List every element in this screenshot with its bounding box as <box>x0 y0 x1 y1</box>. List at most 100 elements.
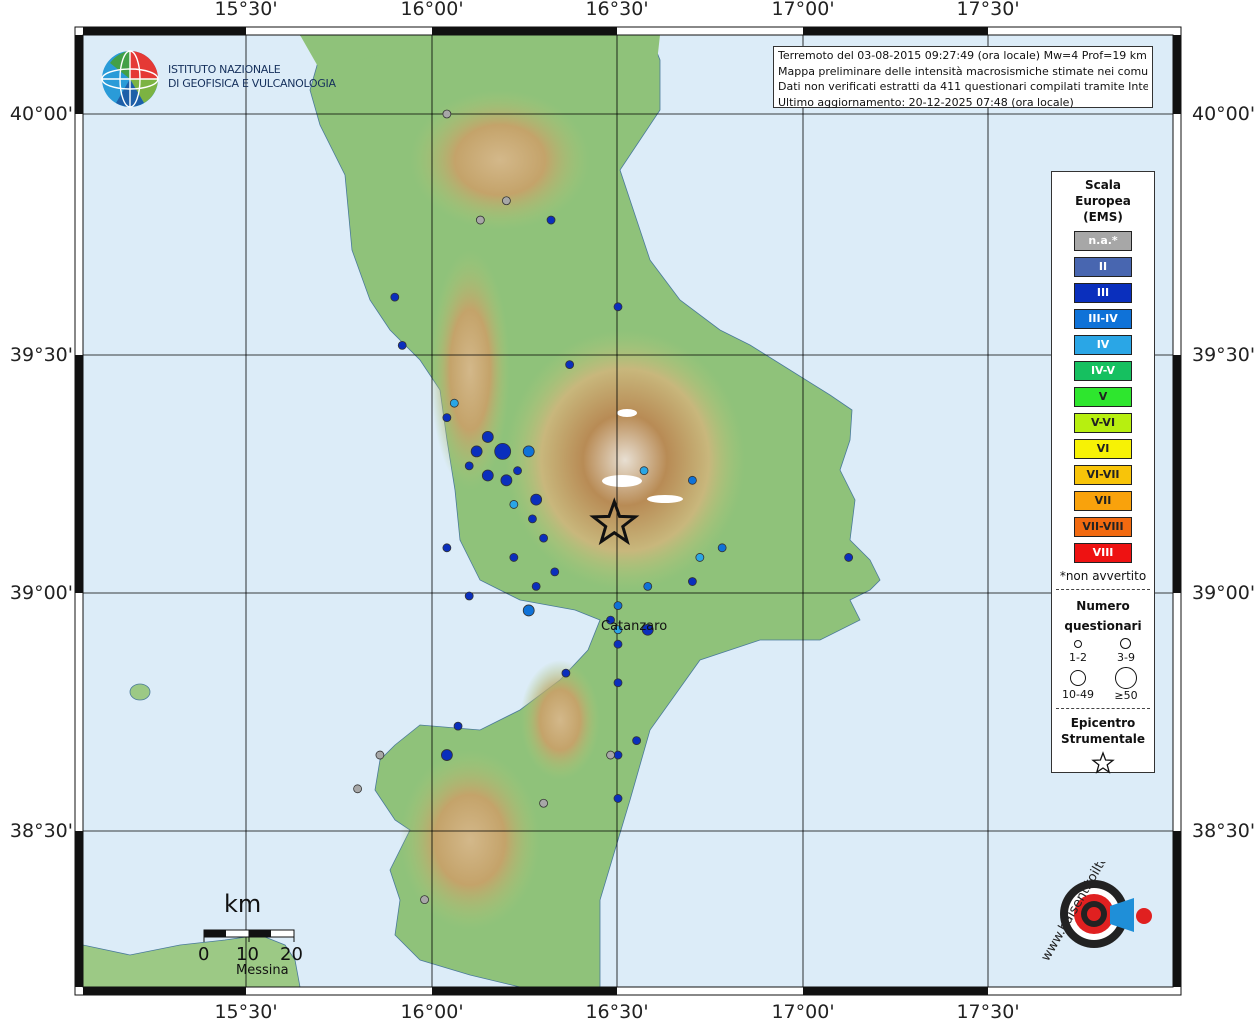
intensity-point <box>453 721 463 731</box>
intensity-map: 15°30' 16°00' 16°30' 17°00' 17°30' 15°30… <box>0 0 1255 1024</box>
lat-label-right: 38°30' <box>1192 820 1255 842</box>
legend-title-line: Europea <box>1075 194 1131 208</box>
scale-bar: km 0 10 20 <box>196 890 306 980</box>
legend-scale: n.a.* II III III-IV IV IV-V V V-VI VI VI-VII VII VI… <box>1052 231 1154 563</box>
intensity-point <box>606 750 615 760</box>
ingv-name: ISTITUTO NAZIONALE DI GEOFISICA E VULCAN… <box>168 63 336 91</box>
size-symbol <box>1070 670 1086 686</box>
hst-logo: www.haisentitoilterremoto.it <box>1030 797 1162 972</box>
intensity-point <box>613 639 623 649</box>
size-label: 1-2 <box>1069 651 1087 664</box>
legend-title-line: (EMS) <box>1083 210 1123 224</box>
intensity-point <box>550 567 560 577</box>
legend-swatch: VII <box>1074 491 1132 511</box>
event-info-box: Terremoto del 03-08-2015 09:27:49 (ora l… <box>773 46 1153 109</box>
event-info-line: Dati non verificati estratti da 411 ques… <box>778 80 1148 93</box>
intensity-point <box>522 604 535 617</box>
event-info-line: Ultimo aggiornamento: 20-12-2025 07:48 (… <box>778 95 1074 109</box>
lon-label-bottom: 17°30' <box>956 1001 1020 1023</box>
epicenter-star-icon <box>1091 751 1115 774</box>
place-label-catanzaro: Catanzaro <box>601 619 668 634</box>
intensity-point <box>565 360 575 370</box>
legend-swatch: VIII <box>1074 543 1132 563</box>
lake-3 <box>647 495 683 503</box>
lon-label-top: 17°00' <box>771 0 835 20</box>
legend-epicenter-title: Epicentro Strumentale <box>1052 715 1154 747</box>
lon-label-bottom: 16°00' <box>400 1001 464 1023</box>
intensity-point <box>509 553 519 562</box>
lon-label-top: 16°00' <box>400 0 464 20</box>
relief-serre2 <box>520 660 600 780</box>
size-label: 10-49 <box>1062 688 1094 701</box>
relief-serre <box>400 750 540 930</box>
legend-swatch: VI <box>1074 439 1132 459</box>
globe-icon <box>101 50 159 108</box>
legend-title: Scala Europea (EMS) <box>1052 177 1154 225</box>
scale-label: 20 <box>280 944 303 965</box>
lat-label-left: 39°00' <box>9 582 73 604</box>
intensity-point <box>688 577 697 586</box>
intensity-point <box>449 398 459 408</box>
legend-swatch: II <box>1074 257 1132 277</box>
intensity-point <box>613 678 623 688</box>
intensity-point <box>442 109 452 119</box>
size-symbol <box>1074 640 1082 648</box>
lat-label-right: 40°00' <box>1192 103 1255 125</box>
intensity-point <box>440 749 453 761</box>
lake-2 <box>602 475 642 487</box>
intensity-point <box>481 431 494 443</box>
event-info-line: Mappa preliminare delle intensità macros… <box>778 64 1148 78</box>
map-legend: Scala Europea (EMS) n.a.* II III III-IV IV IV-V… <box>1051 171 1155 774</box>
lat-label-right: 39°30' <box>1192 344 1255 366</box>
intensity-point <box>442 413 452 423</box>
legend-swatch: IV <box>1074 335 1132 355</box>
scale-label: 10 <box>236 944 259 965</box>
lon-label-bottom: 16°30' <box>585 1001 649 1023</box>
size-symbol <box>1115 667 1137 689</box>
legend-swatch: III <box>1074 283 1132 303</box>
intensity-point <box>513 466 522 476</box>
legend-swatch: VI-VII <box>1074 465 1132 485</box>
scale-unit: km <box>224 890 262 918</box>
lon-label-bottom: 15°30' <box>214 1001 278 1023</box>
scale-ruler <box>203 929 295 942</box>
lon-label-top: 15°30' <box>214 0 278 20</box>
lon-label-top: 16°30' <box>585 0 649 20</box>
legend-swatch: III-IV <box>1074 309 1132 329</box>
intensity-point <box>501 196 511 206</box>
intensity-point <box>643 581 653 591</box>
legend-size-symbols: 1-2 3-9 10-49 ≥50 <box>1052 636 1154 702</box>
scale-label: 0 <box>198 944 210 965</box>
event-info-line: Terremoto del 03-08-2015 09:27:49 (ora l… <box>778 49 1147 62</box>
legend-swatch: VII-VIII <box>1074 517 1132 537</box>
legend-title-line: Epicentro <box>1070 716 1136 730</box>
intensity-point <box>500 474 513 487</box>
relief-sila <box>505 330 745 590</box>
lat-label-left: 38°30' <box>9 820 73 842</box>
intensity-point <box>442 543 452 553</box>
island <box>129 683 151 701</box>
size-label: 3-9 <box>1117 651 1135 664</box>
intensity-point <box>481 469 494 482</box>
intensity-point <box>375 750 385 760</box>
intensity-point <box>539 533 548 543</box>
intensity-point <box>353 784 363 794</box>
intensity-point <box>539 798 548 808</box>
ingv-name-line1: ISTITUTO NAZIONALE <box>168 63 281 76</box>
intensity-point <box>639 466 649 476</box>
legend-title-line: Numero <box>1076 599 1130 613</box>
lat-label-left: 39°30' <box>9 344 73 366</box>
intensity-point <box>546 215 556 225</box>
legend-swatch: n.a.* <box>1074 231 1132 251</box>
lat-label-right: 39°00' <box>1192 582 1255 604</box>
intensity-point <box>475 215 485 225</box>
intensity-point <box>390 292 400 302</box>
lat-label-left: 40°00' <box>9 103 73 125</box>
legend-title-line: Strumentale <box>1060 732 1146 746</box>
legend-note: *non avvertito <box>1059 569 1147 583</box>
intensity-point <box>470 445 483 458</box>
intensity-point <box>613 750 623 760</box>
intensity-point <box>464 461 474 471</box>
intensity-point <box>494 442 512 460</box>
size-label: ≥50 <box>1114 689 1138 702</box>
